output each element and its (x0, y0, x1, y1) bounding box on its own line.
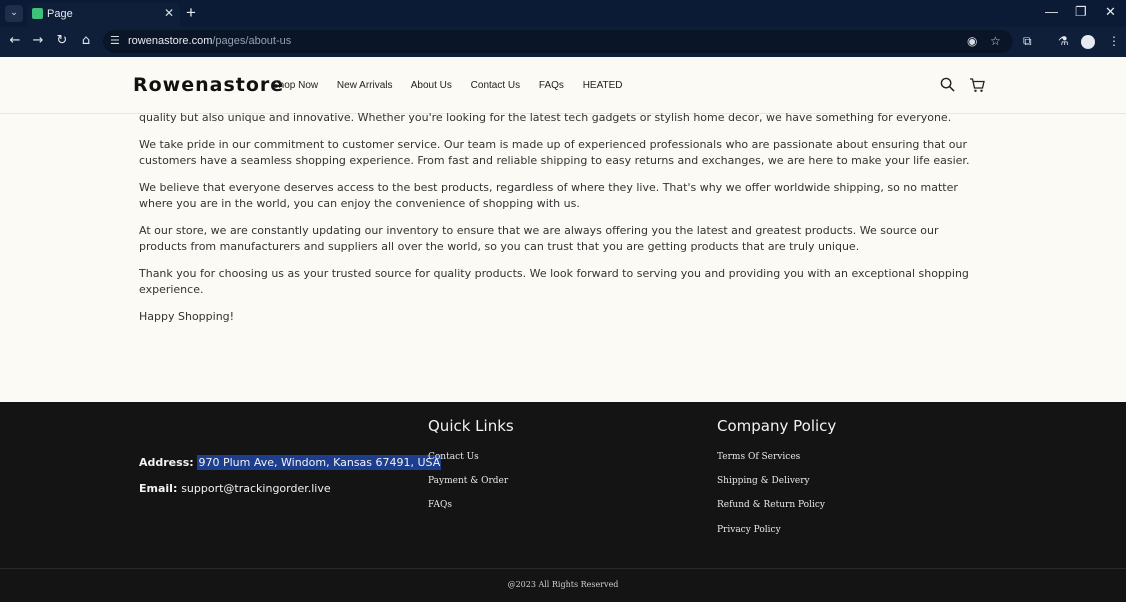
email-label: Email: (139, 482, 178, 495)
nav-about-us[interactable]: About Us (411, 80, 452, 91)
nav-heated[interactable]: HEATED (583, 80, 623, 91)
minimize-icon[interactable]: — (1045, 4, 1058, 19)
restore-icon[interactable]: ❐ (1075, 4, 1087, 20)
email-value: support@trackingorder.live (181, 482, 331, 495)
address-bar[interactable]: ☰ rowenastore.com/pages/about-us ◉ ☆ (103, 30, 1013, 53)
footer-link-shipping[interactable]: Shipping & Delivery (717, 476, 810, 486)
window-close-icon[interactable]: ✕ (1105, 4, 1116, 20)
tab-search-button[interactable]: ⌄ (5, 5, 23, 22)
search-icon[interactable] (940, 77, 955, 92)
about-paragraph: Thank you for choosing us as your truste… (139, 267, 969, 296)
site-logo[interactable]: Rowenastore (133, 74, 284, 96)
cart-icon[interactable] (969, 77, 985, 93)
nav-shop-now[interactable]: Shop Now (272, 80, 318, 91)
footer-link-payment-order[interactable]: Payment & Order (428, 476, 508, 486)
site-footer: Address: 970 Plum Ave, Windom, Kansas 67… (0, 402, 1126, 602)
footer-link-terms[interactable]: Terms Of Services (717, 452, 800, 462)
about-paragraph: We take pride in our commitment to custo… (139, 138, 970, 167)
url-path: /pages/about-us (212, 35, 292, 47)
site-info-icon[interactable]: ☰ (110, 34, 120, 47)
footer-address: Address: 970 Plum Ave, Windom, Kansas 67… (139, 455, 442, 470)
nav-new-arrivals[interactable]: New Arrivals (337, 80, 393, 91)
browser-tab-bar: ⌄ Page ✕ + — ❐ ✕ (0, 0, 1126, 27)
nav-faqs[interactable]: FAQs (539, 80, 564, 91)
quick-links-heading: Quick Links (428, 417, 514, 435)
footer-link-contact-us[interactable]: Contact Us (428, 452, 479, 462)
footer-link-refund[interactable]: Refund & Return Policy (717, 500, 825, 510)
about-paragraph: Happy Shopping! (139, 310, 235, 323)
about-content: quality but also unique and innovative. … (139, 110, 989, 336)
tab-title: Page (47, 8, 73, 20)
extensions-icon[interactable]: ⧉ (1023, 34, 1032, 49)
bookmark-star-icon[interactable]: ☆ (990, 34, 1001, 48)
new-tab-button[interactable]: + (186, 3, 196, 23)
company-policy-heading: Company Policy (717, 417, 837, 435)
address-label: Address: (139, 456, 194, 469)
browser-toolbar: ← → ↻ ⌂ ☰ rowenastore.com/pages/about-us… (0, 27, 1126, 57)
footer-divider (0, 568, 1126, 569)
labs-icon[interactable]: ⚗ (1058, 34, 1069, 48)
about-paragraph: At our store, we are constantly updating… (139, 224, 939, 253)
nav-contact-us[interactable]: Contact Us (471, 80, 520, 91)
site-header: Rowenastore Shop Now New Arrivals About … (0, 57, 1126, 114)
about-paragraph: quality but also unique and innovative. … (139, 111, 952, 124)
tab-close-icon[interactable]: ✕ (164, 6, 174, 20)
back-icon[interactable]: ← (7, 33, 23, 49)
url-host: rowenastore.com (128, 35, 213, 47)
address-url[interactable]: rowenastore.com/pages/about-us (128, 35, 291, 47)
profile-avatar[interactable] (1081, 35, 1095, 49)
forward-icon[interactable]: → (30, 33, 46, 49)
footer-link-faqs[interactable]: FAQs (428, 500, 452, 510)
about-paragraph: We believe that everyone deserves access… (139, 181, 958, 210)
footer-email: Email: support@trackingorder.live (139, 482, 331, 495)
eye-off-icon[interactable]: ◉ (967, 34, 977, 48)
browser-tab[interactable]: Page ✕ (27, 3, 180, 27)
address-value: 970 Plum Ave, Windom, Kansas 67491, USA (197, 455, 442, 470)
copyright: @2023 All Rights Reserved (507, 580, 619, 589)
home-icon[interactable]: ⌂ (78, 33, 94, 49)
main-nav: Shop Now New Arrivals About Us Contact U… (272, 80, 639, 91)
tab-favicon-icon (32, 8, 43, 19)
footer-link-privacy[interactable]: Privacy Policy (717, 525, 781, 535)
reload-icon[interactable]: ↻ (54, 33, 70, 49)
menu-kebab-icon[interactable]: ⋮ (1108, 34, 1120, 48)
